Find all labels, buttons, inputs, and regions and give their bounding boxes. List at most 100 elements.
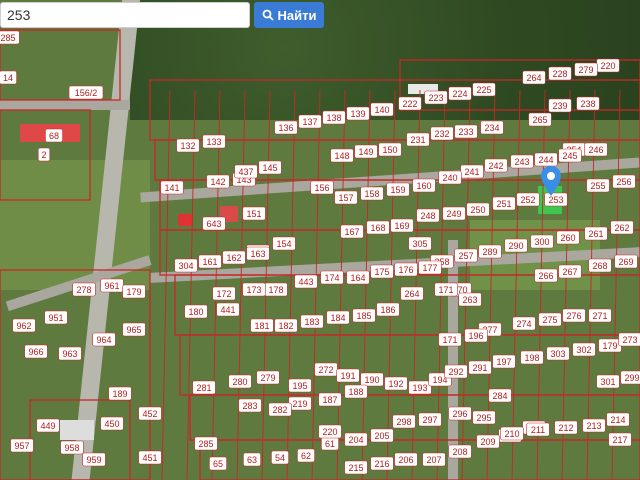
parcel-label[interactable]: 283 bbox=[238, 398, 262, 413]
parcel-label[interactable]: 151 bbox=[242, 206, 266, 221]
parcel-label[interactable]: 158 bbox=[360, 186, 384, 201]
parcel-label[interactable]: 264 bbox=[400, 286, 424, 301]
parcel-label[interactable]: 285 bbox=[0, 30, 20, 45]
parcel-label[interactable]: 298 bbox=[392, 414, 416, 429]
parcel-label[interactable]: 54 bbox=[271, 450, 289, 465]
parcel-label[interactable]: 279 bbox=[256, 370, 280, 385]
parcel-label[interactable]: 214 bbox=[606, 412, 630, 427]
parcel-label[interactable]: 276 bbox=[562, 308, 586, 323]
parcel-label[interactable]: 192 bbox=[384, 376, 408, 391]
parcel-label[interactable]: 184 bbox=[326, 310, 350, 325]
parcel-label[interactable]: 225 bbox=[472, 82, 496, 97]
parcel-label[interactable]: 281 bbox=[192, 380, 216, 395]
parcel-label[interactable]: 204 bbox=[344, 432, 368, 447]
parcel-label[interactable]: 299 bbox=[620, 370, 640, 385]
parcel-label[interactable]: 256 bbox=[612, 174, 636, 189]
parcel-label[interactable]: 163 bbox=[246, 246, 270, 261]
parcel-label[interactable]: 161 bbox=[198, 254, 222, 269]
parcel-label[interactable]: 223 bbox=[424, 90, 448, 105]
parcel-label[interactable]: 451 bbox=[138, 450, 162, 465]
parcel-label[interactable]: 437 bbox=[234, 164, 258, 179]
parcel-label[interactable]: 260 bbox=[556, 230, 580, 245]
parcel-label[interactable]: 198 bbox=[520, 350, 544, 365]
parcel-label[interactable]: 962 bbox=[12, 318, 36, 333]
parcel-label[interactable]: 245 bbox=[558, 148, 582, 163]
parcel-label[interactable]: 168 bbox=[366, 220, 390, 235]
parcel-label[interactable]: 208 bbox=[448, 444, 472, 459]
parcel-label[interactable]: 68 bbox=[45, 128, 63, 143]
parcel-label[interactable]: 441 bbox=[216, 302, 240, 317]
parcel-label[interactable]: 193 bbox=[408, 380, 432, 395]
parcel-label[interactable]: 250 bbox=[466, 202, 490, 217]
parcel-label[interactable]: 191 bbox=[336, 368, 360, 383]
parcel-label[interactable]: 264 bbox=[522, 70, 546, 85]
parcel-label[interactable]: 232 bbox=[430, 126, 454, 141]
parcel-label[interactable]: 278 bbox=[72, 282, 96, 297]
parcel-label[interactable]: 169 bbox=[390, 218, 414, 233]
parcel-label[interactable]: 140 bbox=[370, 102, 394, 117]
parcel-label[interactable]: 190 bbox=[360, 372, 384, 387]
parcel-label[interactable]: 187 bbox=[318, 392, 342, 407]
parcel-label[interactable]: 171 bbox=[438, 332, 462, 347]
parcel-label[interactable]: 452 bbox=[138, 406, 162, 421]
parcel-label[interactable]: 300 bbox=[530, 234, 554, 249]
parcel-label[interactable]: 961 bbox=[100, 278, 124, 293]
parcel-label[interactable]: 643 bbox=[202, 216, 226, 231]
parcel-label[interactable]: 160 bbox=[412, 178, 436, 193]
parcel-label[interactable]: 172 bbox=[212, 286, 236, 301]
parcel-label[interactable]: 167 bbox=[340, 224, 364, 239]
parcel-label[interactable]: 301 bbox=[596, 374, 620, 389]
parcel-label[interactable]: 252 bbox=[516, 192, 540, 207]
parcel-label[interactable]: 137 bbox=[298, 114, 322, 129]
parcel-label[interactable]: 173 bbox=[242, 282, 266, 297]
parcel-label[interactable]: 295 bbox=[472, 410, 496, 425]
parcel-label[interactable]: 242 bbox=[484, 158, 508, 173]
parcel-label[interactable]: 231 bbox=[406, 132, 430, 147]
parcel-label[interactable]: 145 bbox=[258, 160, 282, 175]
parcel-label[interactable]: 220 bbox=[318, 424, 342, 439]
parcel-label[interactable]: 14 bbox=[0, 70, 17, 85]
parcel-label[interactable]: 290 bbox=[504, 238, 528, 253]
parcel-label[interactable]: 175 bbox=[370, 264, 394, 279]
parcel-label[interactable]: 179 bbox=[598, 338, 622, 353]
parcel-label[interactable]: 274 bbox=[512, 316, 536, 331]
parcel-label[interactable]: 61 bbox=[321, 436, 339, 451]
parcel-label[interactable]: 133 bbox=[202, 134, 226, 149]
parcel-label[interactable]: 279 bbox=[574, 62, 598, 77]
parcel-label[interactable]: 189 bbox=[108, 386, 132, 401]
parcel-label[interactable]: 303 bbox=[546, 346, 570, 361]
parcel-label[interactable]: 206 bbox=[394, 452, 418, 467]
parcel-label[interactable]: 958 bbox=[60, 440, 84, 455]
parcel-label[interactable]: 174 bbox=[320, 270, 344, 285]
parcel-label[interactable]: 209 bbox=[476, 434, 500, 449]
parcel-label[interactable]: 257 bbox=[454, 248, 478, 263]
parcel-label[interactable]: 449 bbox=[36, 418, 60, 433]
parcel-label[interactable]: 222 bbox=[398, 96, 422, 111]
parcel-label[interactable]: 240 bbox=[438, 170, 462, 185]
parcel-label[interactable]: 233 bbox=[454, 124, 478, 139]
parcel-label[interactable]: 195 bbox=[288, 378, 312, 393]
parcel-label[interactable]: 234 bbox=[480, 120, 504, 135]
parcel-label[interactable]: 966 bbox=[24, 344, 48, 359]
parcel-label[interactable]: 215 bbox=[344, 460, 368, 475]
parcel-label[interactable]: 213 bbox=[582, 418, 606, 433]
parcel-label[interactable]: 139 bbox=[346, 106, 370, 121]
parcel-label[interactable]: 292 bbox=[444, 364, 468, 379]
parcel-label[interactable]: 289 bbox=[478, 244, 502, 259]
parcel-label[interactable]: 268 bbox=[588, 258, 612, 273]
parcel-label[interactable]: 291 bbox=[468, 360, 492, 375]
parcel-label[interactable]: 273 bbox=[618, 332, 640, 347]
parcel-label[interactable]: 262 bbox=[610, 220, 634, 235]
parcel-label[interactable]: 136 bbox=[274, 120, 298, 135]
parcel-label[interactable]: 177 bbox=[418, 260, 442, 275]
parcel-label[interactable]: 305 bbox=[408, 236, 432, 251]
parcel-label[interactable]: 959 bbox=[82, 452, 106, 467]
parcel-label[interactable]: 244 bbox=[534, 152, 558, 167]
parcel-label[interactable]: 132 bbox=[176, 138, 200, 153]
parcel-label[interactable]: 963 bbox=[58, 346, 82, 361]
parcel-label[interactable]: 304 bbox=[174, 258, 198, 273]
parcel-label[interactable]: 212 bbox=[554, 420, 578, 435]
map-pin-icon[interactable] bbox=[540, 166, 562, 196]
parcel-label[interactable]: 207 bbox=[422, 452, 446, 467]
parcel-label[interactable]: 263 bbox=[458, 292, 482, 307]
